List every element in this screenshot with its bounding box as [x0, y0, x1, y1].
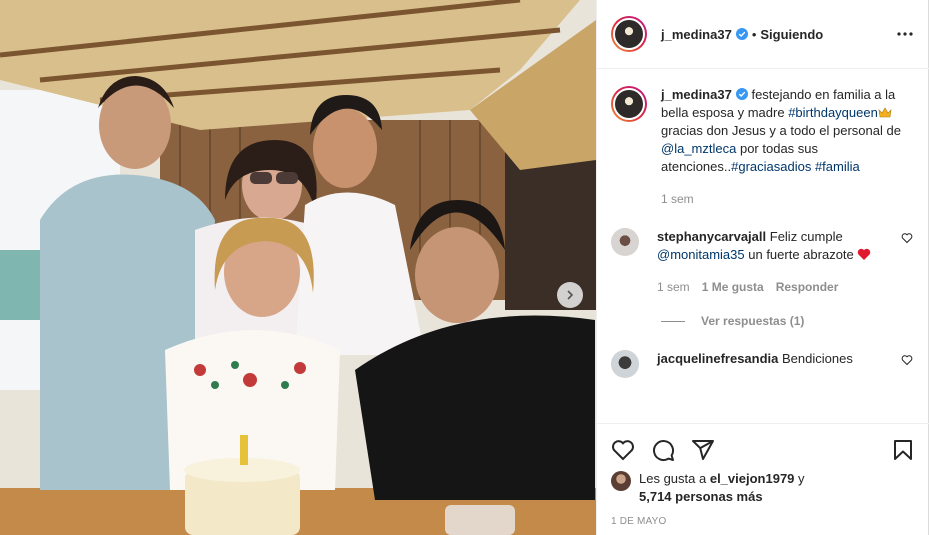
post-header: j_medina37 • Siguiendo — [597, 0, 929, 69]
likes-count[interactable]: 5,714 personas más — [639, 489, 763, 504]
post-photo[interactable] — [0, 0, 596, 535]
comment: jacquelinefresandia Bendiciones — [611, 350, 913, 378]
caption-text-2: gracias don Jesus y a todo el personal d… — [661, 123, 901, 138]
comment-text-1: Bendiciones — [782, 351, 853, 366]
caption-text: j_medina37 festejando en familia a la be… — [661, 86, 913, 176]
hashtag-familia[interactable]: #familia — [815, 159, 860, 174]
comment-time[interactable]: 1 sem — [657, 278, 690, 296]
post-date[interactable]: 1 DE MAYO — [611, 516, 915, 527]
liker-avatar[interactable] — [611, 471, 631, 491]
verified-icon — [735, 88, 748, 100]
comment: stephanycarvajall Feliz cumple @monitami… — [611, 228, 913, 296]
caption: j_medina37 festejando en familia a la be… — [611, 86, 913, 208]
comments-list[interactable]: j_medina37 festejando en familia a la be… — [597, 70, 929, 422]
likes-conj: y — [798, 471, 805, 486]
crown-emoji — [878, 107, 892, 118]
comment-text: stephanycarvajall Feliz cumple @monitami… — [657, 228, 893, 264]
liker-username[interactable]: el_viejon1979 — [710, 471, 795, 486]
view-replies-label[interactable]: Ver respuestas (1) — [701, 314, 804, 328]
likes-text: Les gusta a el_viejon1979 y 5,714 person… — [639, 470, 805, 506]
comment-icon[interactable] — [651, 438, 675, 462]
mention-la-mztleca[interactable]: @la_mztleca — [661, 141, 736, 156]
comment-meta: 1 sem 1 Me gusta Responder — [657, 278, 893, 296]
chevron-right-icon — [567, 290, 574, 300]
likes-prefix: Les gusta a — [639, 471, 707, 486]
comment-text: jacquelinefresandia Bendiciones — [657, 350, 893, 368]
comment-like-icon[interactable] — [901, 354, 913, 366]
more-options-button[interactable] — [895, 24, 915, 44]
author-username-text[interactable]: j_medina37 — [661, 27, 732, 42]
post-sidebar: j_medina37 • Siguiendo j_medina37 festej… — [596, 0, 929, 535]
hashtag-birthdayqueen[interactable]: #birthdayqueen — [788, 105, 878, 120]
following-button[interactable]: Siguiendo — [760, 27, 823, 42]
replies-line — [661, 320, 685, 322]
comment-username[interactable]: stephanycarvajall — [657, 229, 766, 244]
comment-like-icon[interactable] — [901, 232, 913, 244]
commenter-avatar[interactable] — [611, 350, 639, 378]
comment-likes[interactable]: 1 Me gusta — [702, 278, 764, 296]
caption-time[interactable]: 1 sem — [661, 190, 694, 208]
comment-text-1: Feliz cumple — [769, 229, 843, 244]
mention-monitamia35[interactable]: @monitamia35 — [657, 247, 745, 262]
family-photo-illustration — [0, 0, 596, 535]
hashtag-graciasadios[interactable]: #graciasadios — [731, 159, 811, 174]
heart-icon[interactable] — [611, 438, 635, 462]
instagram-post: j_medina37 • Siguiendo j_medina37 festej… — [0, 0, 929, 535]
caption-username[interactable]: j_medina37 — [661, 87, 732, 102]
caption-avatar[interactable] — [611, 86, 647, 122]
view-replies-button[interactable]: Ver respuestas (1) — [661, 314, 913, 328]
caption-meta: 1 sem — [661, 190, 913, 208]
follow-separator: • — [751, 26, 757, 42]
action-icons — [611, 430, 915, 470]
author-avatar[interactable] — [611, 16, 647, 52]
comment-username[interactable]: jacquelinefresandia — [657, 351, 778, 366]
red-heart-emoji — [858, 248, 871, 260]
share-icon[interactable] — [691, 438, 715, 462]
save-icon[interactable] — [891, 438, 915, 462]
verified-icon — [735, 27, 748, 40]
likes-summary: Les gusta a el_viejon1979 y 5,714 person… — [611, 470, 915, 506]
commenter-avatar[interactable] — [611, 228, 639, 256]
post-actions: Les gusta a el_viejon1979 y 5,714 person… — [597, 423, 929, 527]
carousel-next-button[interactable] — [557, 282, 583, 308]
reply-button[interactable]: Responder — [776, 278, 839, 296]
comment-text-2: un fuerte abrazote — [748, 247, 854, 262]
author-username[interactable]: j_medina37 — [661, 27, 748, 42]
more-options-icon — [897, 32, 913, 36]
